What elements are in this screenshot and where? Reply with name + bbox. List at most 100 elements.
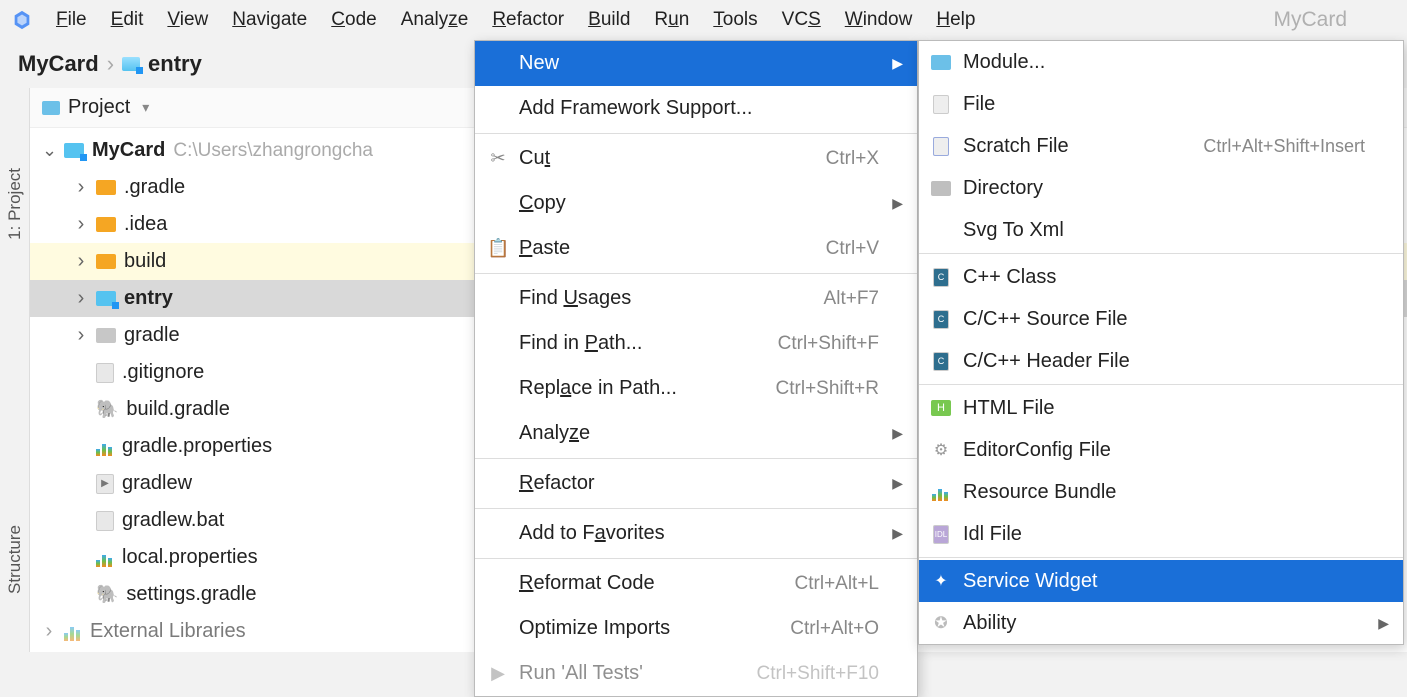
submenu-item[interactable]: Svg To Xml bbox=[919, 209, 1403, 251]
menu-item-label: Refactor bbox=[519, 472, 869, 495]
expand-arrow-icon[interactable] bbox=[74, 250, 88, 273]
submenu-item[interactable]: File bbox=[919, 83, 1403, 125]
menubar: FileEditViewNavigateCodeAnalyzeRefactorB… bbox=[0, 0, 1407, 40]
context-menu-item[interactable]: Add to Favorites▶ bbox=[475, 511, 917, 556]
context-menu-item[interactable]: Reformat CodeCtrl+Alt+L bbox=[475, 561, 917, 606]
context-menu-item[interactable]: Find UsagesAlt+F7 bbox=[475, 276, 917, 321]
submenu-item[interactable]: CC/C++ Source File bbox=[919, 298, 1403, 340]
context-menu: New▶Add Framework Support... ✂CutCtrl+XCo… bbox=[474, 40, 918, 697]
expand-arrow-icon[interactable] bbox=[74, 287, 88, 310]
rail-structure-tab[interactable]: Structure bbox=[5, 525, 25, 594]
submenu-item-label: Svg To Xml bbox=[963, 219, 1355, 242]
tree-item-label: local.properties bbox=[122, 546, 258, 569]
submenu-item[interactable]: C C++ Class bbox=[919, 256, 1403, 298]
submenu-item-label: HTML File bbox=[963, 397, 1355, 420]
context-menu-item[interactable]: Refactor ▶ bbox=[475, 461, 917, 506]
html-icon: H bbox=[931, 400, 951, 416]
breadcrumb-root[interactable]: MyCard bbox=[18, 51, 99, 77]
root-name: MyCard bbox=[92, 139, 165, 162]
submenu-item[interactable]: ✦Service Widget bbox=[919, 560, 1403, 602]
new-submenu: Module... FileScratch FileCtrl+Alt+Shift+… bbox=[918, 40, 1404, 645]
menu-window[interactable]: Window bbox=[833, 3, 925, 37]
menu-vcs[interactable]: VCS bbox=[770, 3, 833, 37]
menu-item-label: Find Usages bbox=[519, 287, 814, 310]
submenu-item[interactable]: H HTML File bbox=[919, 387, 1403, 429]
context-menu-item[interactable]: Analyze▶ bbox=[475, 411, 917, 456]
menu-build[interactable]: Build bbox=[576, 3, 642, 37]
submenu-item-label: Module... bbox=[963, 51, 1355, 74]
submenu-item[interactable]: Resource Bundle bbox=[919, 471, 1403, 513]
submenu-item[interactable]: Directory bbox=[919, 167, 1403, 209]
external-libraries-label: External Libraries bbox=[90, 620, 246, 643]
tree-item-label: build bbox=[124, 250, 166, 273]
gradle-icon: 🐘 bbox=[96, 399, 118, 420]
submenu-item-label: Resource Bundle bbox=[963, 481, 1355, 504]
menu-item-shortcut: Ctrl+Shift+R bbox=[776, 378, 879, 400]
run-icon: ▶ bbox=[487, 663, 509, 684]
expand-arrow-icon[interactable] bbox=[74, 324, 88, 347]
expand-arrow-icon[interactable] bbox=[74, 213, 88, 236]
file-icon bbox=[96, 511, 114, 531]
menu-item-label: Reformat Code bbox=[519, 572, 785, 595]
breadcrumb-leaf[interactable]: entry bbox=[148, 51, 202, 77]
context-menu-item[interactable]: Copy▶ bbox=[475, 181, 917, 226]
context-menu-item[interactable]: New▶ bbox=[475, 41, 917, 86]
context-menu-item[interactable]: 📋PasteCtrl+V bbox=[475, 226, 917, 271]
menu-file[interactable]: File bbox=[44, 3, 99, 37]
folder-icon bbox=[96, 217, 116, 232]
rail-project-tab[interactable]: 1: Project bbox=[5, 168, 25, 240]
context-menu-item[interactable]: Replace in Path...Ctrl+Shift+R bbox=[475, 366, 917, 411]
context-menu-item[interactable]: Add Framework Support... bbox=[475, 86, 917, 131]
menu-refactor[interactable]: Refactor bbox=[480, 3, 576, 37]
gear-icon: ⚙ bbox=[934, 440, 948, 460]
submenu-item[interactable]: Module... bbox=[919, 41, 1403, 83]
menu-run[interactable]: Run bbox=[642, 3, 701, 37]
directory-icon bbox=[931, 181, 951, 196]
expand-arrow-icon[interactable] bbox=[74, 176, 88, 199]
app-logo-icon bbox=[10, 8, 34, 32]
chevron-right-icon: › bbox=[107, 51, 114, 77]
root-path: C:\Users\zhangrongcha bbox=[173, 140, 373, 162]
context-menu-item[interactable]: Find in Path...Ctrl+Shift+F bbox=[475, 321, 917, 366]
menu-item-shortcut: Ctrl+Shift+F bbox=[778, 333, 879, 355]
paste-icon: 📋 bbox=[487, 238, 509, 259]
submenu-item-label: C++ Class bbox=[963, 266, 1355, 289]
menu-edit[interactable]: Edit bbox=[99, 3, 156, 37]
expand-arrow-icon[interactable] bbox=[42, 140, 56, 161]
submenu-item[interactable]: Scratch FileCtrl+Alt+Shift+Insert bbox=[919, 125, 1403, 167]
submenu-arrow-icon: ▶ bbox=[889, 55, 903, 72]
submenu-item[interactable]: IDLIdl File bbox=[919, 513, 1403, 555]
cpp-icon: C bbox=[933, 268, 949, 287]
menu-navigate[interactable]: Navigate bbox=[220, 3, 319, 37]
menu-analyze[interactable]: Analyze bbox=[389, 3, 481, 37]
menu-item-shortcut: Ctrl+Shift+F10 bbox=[757, 663, 880, 685]
menu-tools[interactable]: Tools bbox=[701, 3, 769, 37]
tree-item-label: settings.gradle bbox=[126, 583, 256, 606]
submenu-item[interactable]: ✪Ability▶ bbox=[919, 602, 1403, 644]
submenu-item[interactable]: ⚙ EditorConfig File bbox=[919, 429, 1403, 471]
submenu-arrow-icon: ▶ bbox=[889, 475, 903, 492]
submenu-item-label: Ability bbox=[963, 612, 1355, 635]
menu-view[interactable]: View bbox=[155, 3, 220, 37]
context-menu-item[interactable]: Optimize ImportsCtrl+Alt+O bbox=[475, 606, 917, 651]
expand-arrow-icon[interactable] bbox=[42, 620, 56, 643]
tree-item-label: gradle bbox=[124, 324, 180, 347]
cpp-icon: C bbox=[933, 310, 949, 329]
puzzle-icon: ✦ bbox=[934, 571, 947, 591]
submenu-item-label: EditorConfig File bbox=[963, 439, 1355, 462]
star-icon: ✪ bbox=[934, 613, 947, 633]
menu-code[interactable]: Code bbox=[319, 3, 388, 37]
context-menu-item[interactable]: ✂CutCtrl+X bbox=[475, 136, 917, 181]
libraries-icon bbox=[64, 623, 82, 641]
submenu-item-label: Idl File bbox=[963, 523, 1355, 546]
resource-bundle-icon bbox=[932, 483, 950, 501]
menu-help[interactable]: Help bbox=[924, 3, 987, 37]
submenu-item-label: Scratch File bbox=[963, 135, 1193, 158]
dropdown-icon[interactable]: ▾ bbox=[142, 99, 149, 116]
context-menu-item[interactable]: ▶Run 'All Tests'Ctrl+Shift+F10 bbox=[475, 651, 917, 696]
submenu-item[interactable]: CC/C++ Header File bbox=[919, 340, 1403, 382]
properties-icon bbox=[96, 549, 114, 567]
module-icon bbox=[122, 57, 140, 71]
module-icon bbox=[931, 55, 951, 70]
tree-item-label: build.gradle bbox=[126, 398, 229, 421]
